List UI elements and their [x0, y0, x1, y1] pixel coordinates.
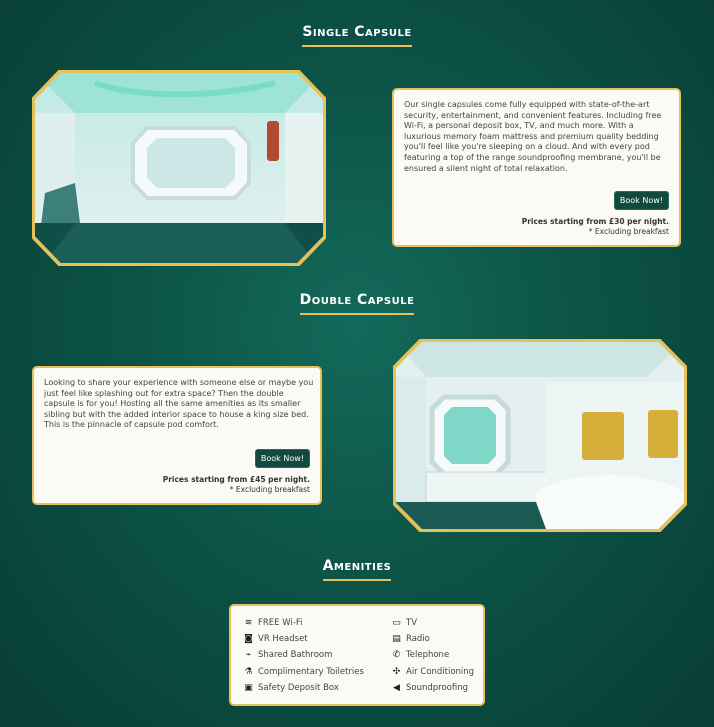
double-capsule-photo [396, 342, 684, 529]
single-price-block: Prices starting from £30 per night. * Ex… [522, 217, 669, 237]
fan-icon: ✣ [392, 667, 401, 677]
single-price: Prices starting from £30 per night. [521, 217, 669, 226]
amenity-item: ⌁ Shared Bathroom [243, 650, 333, 660]
amenity-item: ✆ Telephone [392, 650, 450, 660]
double-capsule-description: Looking to share your experience with so… [44, 378, 314, 430]
single-capsule-card: Our single capsules come fully equipped … [392, 88, 681, 247]
speaker-mute-icon: ◀ [393, 683, 400, 693]
amenity-item: ✣ Air Conditioning [392, 667, 475, 677]
amenities-box: ≋ FREE Wi-Fi ◙ VR Headset ⌁ Shared Bathr… [229, 604, 485, 706]
amenity-item: ▣ Safety Deposit Box [244, 683, 339, 693]
shower-icon: ⌁ [245, 650, 252, 660]
amenity-item: ◙ VR Headset [244, 634, 308, 644]
amenity-item: ◀ Soundproofing [391, 683, 468, 693]
vr-headset-icon: ◙ [244, 634, 253, 644]
toiletries-icon: ⚗ [244, 667, 253, 677]
amenity-item: ≋ FREE Wi-Fi [244, 618, 303, 628]
double-price: Prices starting from £45 per night. [162, 475, 310, 484]
double-capsule-heading: Double Capsule [0, 292, 714, 315]
safe-icon: ▣ [244, 683, 253, 693]
amenity-item: ⚗ Complimentary Toiletries [244, 667, 364, 677]
wifi-icon: ≋ [244, 618, 253, 628]
telephone-icon: ✆ [392, 650, 401, 660]
tv-icon: ▭ [392, 618, 401, 628]
radio-icon: ▤ [392, 634, 401, 644]
single-capsule-description: Our single capsules come fully equipped … [404, 100, 662, 173]
double-price-note: * Excluding breakfast [229, 485, 310, 494]
single-capsule-heading: Single Capsule [0, 24, 714, 47]
single-price-note: * Excluding breakfast [588, 227, 669, 236]
single-book-now-button[interactable]: Book Now! [613, 191, 669, 210]
amenities-heading: Amenities [0, 558, 714, 581]
double-price-block: Prices starting from £45 per night. * Ex… [163, 475, 310, 495]
single-capsule-photo [35, 73, 323, 263]
amenity-item: ▤ Radio [392, 634, 430, 644]
double-book-now-button[interactable]: Book Now! [254, 449, 310, 468]
amenity-item: ▭ TV [392, 618, 418, 628]
double-capsule-card: Looking to share your experience with so… [32, 366, 322, 505]
